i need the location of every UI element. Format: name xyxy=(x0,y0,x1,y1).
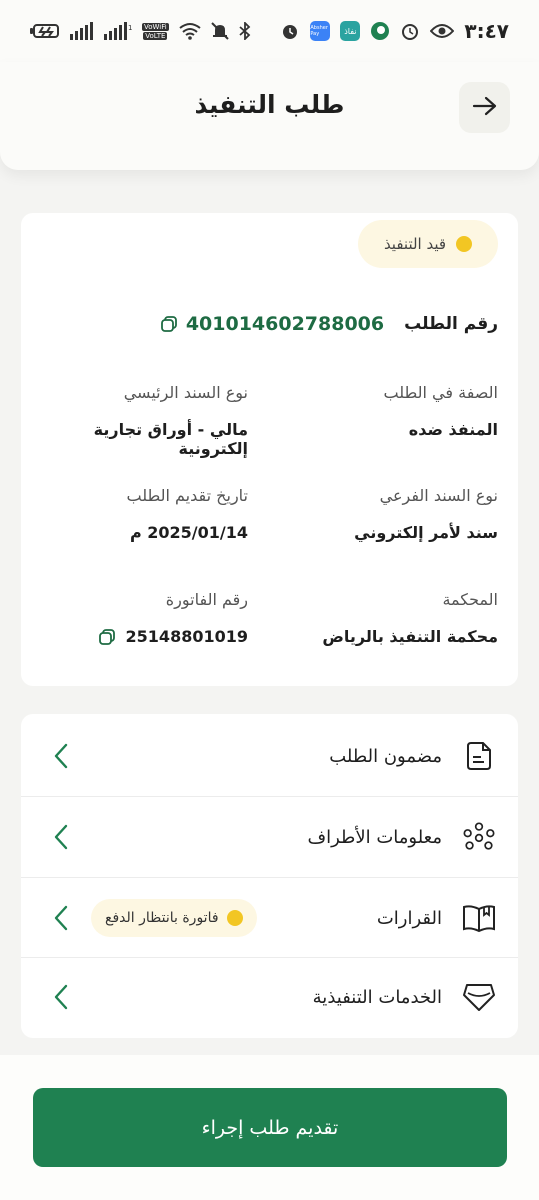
copy-invoice-number-button[interactable] xyxy=(98,628,116,646)
main-doc-type-field: نوع السند الرئيسي مالي - أوراق تجارية إل… xyxy=(28,383,248,458)
court-value: محكمة التنفيذ بالرياض xyxy=(322,627,498,646)
sub-doc-type-field: نوع السند الفرعي سند لأمر إلكتروني xyxy=(278,486,498,542)
chevron-left-icon xyxy=(49,980,73,1014)
signal-2-icon: 1 xyxy=(104,22,132,40)
people-group-icon xyxy=(462,820,496,854)
invoice-number-value-group: 25148801019 xyxy=(28,627,248,646)
capacity-label: الصفة في الطلب xyxy=(383,383,498,402)
submission-date-label: تاريخ تقديم الطلب xyxy=(126,486,248,505)
menu-item-request-content[interactable]: مضمون الطلب xyxy=(21,716,518,796)
menu-item-label: الخدمات التنفيذية xyxy=(312,986,442,1008)
badge-text: فاتورة بانتظار الدفع xyxy=(105,910,219,926)
bell-muted-icon xyxy=(210,22,229,40)
open-book-icon xyxy=(462,901,496,935)
sub-doc-type-label: نوع السند الفرعي xyxy=(379,486,498,505)
menu-item-execution-services[interactable]: الخدمات التنفيذية xyxy=(21,957,518,1037)
request-info-card: قيد التنفيذ رقم الطلب 401014602788006 ال… xyxy=(21,213,518,686)
app-header: طلب التنفيذ xyxy=(0,62,539,170)
nafath-app-icon: نفاذ xyxy=(340,21,361,41)
copy-icon xyxy=(160,316,177,332)
status-text: قيد التنفيذ xyxy=(383,235,447,253)
chevron-left-icon xyxy=(49,739,73,773)
invoice-number-label: رقم الفاتورة xyxy=(165,590,248,609)
main-doc-type-value: مالي - أوراق تجارية إلكترونية xyxy=(93,420,248,458)
request-number-row: رقم الطلب 401014602788006 xyxy=(160,309,498,339)
status-bar-left: 1 VoWiFi VoLTE xyxy=(30,22,251,40)
capacity-value: المنفذ ضده xyxy=(408,420,498,439)
copy-request-number-button[interactable] xyxy=(160,315,178,333)
status-badge: قيد التنفيذ xyxy=(358,220,498,268)
invoice-number: 25148801019 xyxy=(125,627,248,646)
menu-item-label: مضمون الطلب xyxy=(329,745,442,767)
battery-charging-icon xyxy=(30,23,60,39)
bluetooth-icon xyxy=(239,22,251,40)
clock: ٣:٤٧ xyxy=(464,19,509,43)
court-field: المحكمة محكمة التنفيذ بالرياض xyxy=(278,590,498,646)
request-number-label: رقم الطلب xyxy=(404,314,498,334)
menu-item-label: القرارات xyxy=(376,907,442,929)
absher-pay-app-icon: Absher Pay xyxy=(310,21,331,41)
invoice-number-field: رقم الفاتورة 25148801019 xyxy=(28,590,248,646)
document-icon xyxy=(462,739,496,773)
arrow-right-icon xyxy=(472,95,498,121)
status-bar-right: Absher Pay نفاذ ٣:٤٧ xyxy=(280,19,509,43)
menu-item-label: معلومات الأطراف xyxy=(307,826,442,848)
alarm-2-icon xyxy=(400,21,420,41)
leaf-app-icon xyxy=(370,21,390,41)
invoice-pending-badge: فاتورة بانتظار الدفع xyxy=(91,899,257,937)
court-label: المحكمة xyxy=(442,590,498,609)
back-button[interactable] xyxy=(459,82,510,133)
status-dot-icon xyxy=(456,236,473,252)
capacity-field: الصفة في الطلب المنفذ ضده xyxy=(278,383,498,439)
vowifi-volte-icon: VoWiFi VoLTE xyxy=(142,22,169,40)
svg-text:1: 1 xyxy=(128,24,132,32)
sub-doc-type-value: سند لأمر إلكتروني xyxy=(354,523,498,542)
alarm-icon xyxy=(280,21,300,41)
signal-icon xyxy=(70,22,94,40)
copy-icon xyxy=(98,628,115,645)
submission-date-value: 2025/01/14 م xyxy=(129,523,248,542)
main-doc-type-label: نوع السند الرئيسي xyxy=(123,383,248,402)
eye-icon xyxy=(430,23,455,39)
menu-item-parties-info[interactable]: معلومات الأطراف xyxy=(21,797,518,877)
wifi-icon xyxy=(179,22,201,40)
request-number-value-group: 401014602788006 xyxy=(160,313,384,335)
request-number: 401014602788006 xyxy=(185,313,385,335)
request-sections-menu: مضمون الطلب معلومات الأطراف القرارات فات… xyxy=(21,714,518,1038)
status-bar: 1 VoWiFi VoLTE Absher Pay نفاذ ٣:٤٧ xyxy=(0,0,539,62)
chevron-left-icon xyxy=(49,820,73,854)
chevron-left-icon xyxy=(49,901,73,935)
submit-procedure-request-button[interactable]: تقديم طلب إجراء xyxy=(33,1088,507,1167)
status-dot-icon xyxy=(226,910,243,926)
bottom-action-bar: تقديم طلب إجراء xyxy=(0,1055,539,1200)
menu-item-decisions[interactable]: القرارات فاتورة بانتظار الدفع xyxy=(21,878,518,958)
shield-badge-icon xyxy=(462,980,496,1014)
submission-date-field: تاريخ تقديم الطلب 2025/01/14 م xyxy=(28,486,248,542)
